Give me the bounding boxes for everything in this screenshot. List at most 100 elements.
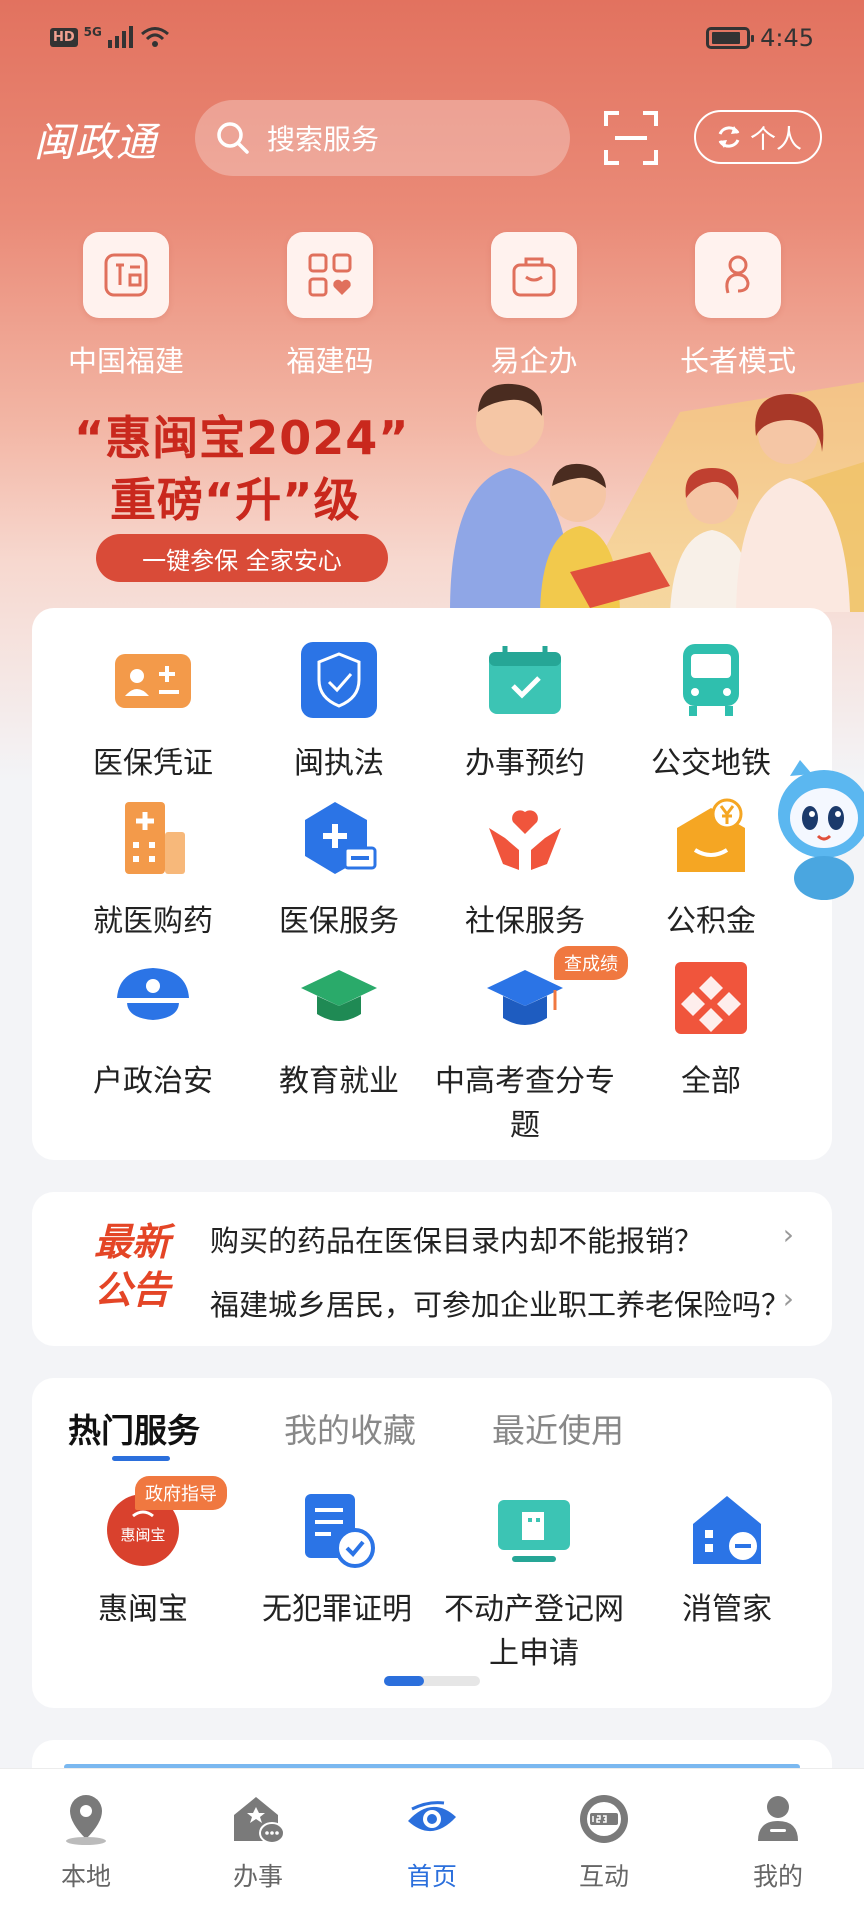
search-icon: [217, 122, 249, 154]
hot-services-card: 热门服务 我的收藏 最近使用 惠闽宝 惠闽宝 无犯罪证明 不动产登记网上申请 消…: [32, 1378, 832, 1708]
nav-interaction[interactable]: 互动: [544, 1791, 664, 1893]
banner-cta[interactable]: 一键参保 全家安心: [96, 534, 388, 582]
app-header: 闽政通 搜索服务 个人: [0, 96, 864, 180]
chevron-right-icon[interactable]: ›: [783, 1282, 794, 1315]
search-input[interactable]: 搜索服务: [195, 100, 570, 176]
service-label: 公积金: [666, 904, 756, 939]
hd-indicator: HD: [50, 27, 78, 47]
quick-entry-china-fujian[interactable]: 中国福建: [26, 232, 226, 380]
notice-item[interactable]: 福建城乡居民，可参加企业职工养老保险吗？: [210, 1282, 790, 1324]
bottom-nav: 本地 办事 首页 互动 我的: [0, 1768, 864, 1905]
service-household-security[interactable]: 户政治安: [58, 958, 248, 1104]
service-label: 户政治安: [93, 1064, 213, 1099]
gov-guidance-badge: 政府指导: [135, 1476, 227, 1510]
bus-icon: [671, 640, 751, 720]
signal-icon: [107, 26, 133, 48]
user-icon: [758, 1796, 798, 1841]
graduation-cap-icon: [299, 958, 379, 1038]
service-appointment[interactable]: 办事预约: [430, 640, 620, 786]
identity-switch-button[interactable]: 个人: [694, 110, 822, 164]
calendar-check-icon: [485, 640, 565, 720]
exam-cap-icon: [485, 958, 565, 1038]
envelope-yuan-icon: [671, 798, 751, 878]
status-left: HD 5G: [50, 25, 170, 48]
service-medical-insurance-voucher[interactable]: 医保凭证: [58, 640, 248, 786]
services-grid-card: 医保凭证 闽执法 办事预约 公交地铁 就医购药 医保服务 社保服务 公积金 户政…: [32, 608, 832, 1160]
hotline-12345-icon: [580, 1795, 628, 1843]
certificate-icon: [297, 1490, 377, 1570]
app-logo: 闽政通: [34, 120, 157, 166]
nav-services[interactable]: 办事: [198, 1791, 318, 1893]
briefcase-icon: [491, 232, 577, 318]
nav-local[interactable]: 本地: [26, 1791, 146, 1893]
service-label: 医保凭证: [93, 746, 213, 781]
service-exam-score-topic[interactable]: 中高考查分专题: [430, 958, 620, 1148]
tab-active-indicator: [112, 1456, 170, 1461]
promo-banner[interactable]: “惠闽宝2024” 重磅“升”级 一键参保 全家安心: [0, 372, 864, 612]
tab-hot-services[interactable]: 热门服务: [68, 1404, 200, 1452]
service-min-law-enforcement[interactable]: 闽执法: [244, 640, 434, 786]
service-label: 就医购药: [93, 904, 213, 939]
notice-logo-line2: 公告: [93, 1268, 170, 1312]
hospital-icon: [113, 798, 193, 878]
service-label: 全部: [681, 1064, 741, 1099]
wifi-icon: [140, 27, 169, 47]
network-label: 5G: [83, 25, 102, 39]
notice-logo-line1: 最新: [93, 1220, 170, 1264]
hot-service-property-registration[interactable]: 不动产登记网上申请: [434, 1490, 634, 1676]
mascot-icon[interactable]: [760, 752, 864, 902]
office-chat-icon: [234, 1797, 285, 1844]
nav-mine[interactable]: 我的: [718, 1791, 838, 1893]
fire-house-icon: [687, 1490, 767, 1570]
tab-recently-used[interactable]: 最近使用: [492, 1404, 624, 1452]
nav-label: 办事: [232, 1862, 283, 1891]
chevron-right-icon[interactable]: ›: [783, 1218, 794, 1251]
hot-service-huiminbao[interactable]: 惠闽宝 惠闽宝: [48, 1490, 238, 1632]
notice-card: 最新 公告 购买的药品在医保目录内却不能报销？ › 福建城乡居民，可参加企业职工…: [32, 1192, 832, 1346]
quick-entry-yiqiban[interactable]: 易企办: [434, 232, 634, 380]
scan-icon[interactable]: [603, 110, 659, 166]
hot-service-label: 惠闽宝: [98, 1592, 188, 1627]
service-label: 医保服务: [279, 904, 399, 939]
police-cap-icon: [113, 958, 193, 1038]
nav-label: 首页: [406, 1862, 457, 1891]
qr-code-heart-icon: [287, 232, 373, 318]
switch-label: 个人: [749, 124, 802, 155]
service-label: 教育就业: [279, 1064, 399, 1099]
id-card-icon: [113, 640, 193, 720]
page-indicator: [384, 1676, 480, 1686]
service-label: 办事预约: [465, 746, 585, 781]
quick-entry-elder-mode[interactable]: 长者模式: [638, 232, 838, 380]
service-label: 中高考查分专题: [435, 1064, 615, 1143]
search-placeholder: 搜索服务: [267, 123, 380, 156]
notice-logo: 最新 公告: [82, 1218, 182, 1314]
service-medical-insurance[interactable]: 医保服务: [244, 798, 434, 944]
service-label: 社保服务: [465, 904, 585, 939]
eye-logo-icon: [408, 1801, 456, 1832]
hot-service-fire-manager[interactable]: 消管家: [632, 1490, 822, 1632]
quick-entry-fujian-code[interactable]: 福建码: [230, 232, 430, 380]
notice-item[interactable]: 购买的药品在医保目录内却不能报销？: [210, 1218, 790, 1260]
nav-label: 我的: [752, 1862, 803, 1891]
location-pin-icon: [66, 1795, 106, 1845]
hot-service-label: 消管家: [682, 1592, 772, 1627]
service-medical-drugs[interactable]: 就医购药: [58, 798, 248, 944]
battery-icon: [706, 27, 755, 49]
fu-seal-icon: [83, 232, 169, 318]
shield-badge-icon: [299, 640, 379, 720]
quick-entry-row: 中国福建 福建码 易企办 长者模式: [0, 232, 864, 382]
tab-my-favorites[interactable]: 我的收藏: [284, 1404, 416, 1452]
refresh-icon: [718, 126, 740, 148]
service-social-security[interactable]: 社保服务: [430, 798, 620, 944]
clock: 4:45: [760, 24, 814, 52]
status-right: 4:45: [706, 24, 814, 52]
hands-heart-icon: [485, 798, 565, 878]
service-all[interactable]: 全部: [616, 958, 806, 1104]
all-grid-icon: [671, 958, 751, 1038]
service-education-employment[interactable]: 教育就业: [244, 958, 434, 1104]
hot-service-no-crime-certificate[interactable]: 无犯罪证明: [242, 1490, 432, 1632]
nav-label: 互动: [578, 1862, 629, 1891]
family-illustration: [450, 382, 864, 612]
huiminbao-logo-text: 惠闽宝: [120, 1526, 165, 1544]
nav-home[interactable]: 首页: [372, 1791, 492, 1893]
